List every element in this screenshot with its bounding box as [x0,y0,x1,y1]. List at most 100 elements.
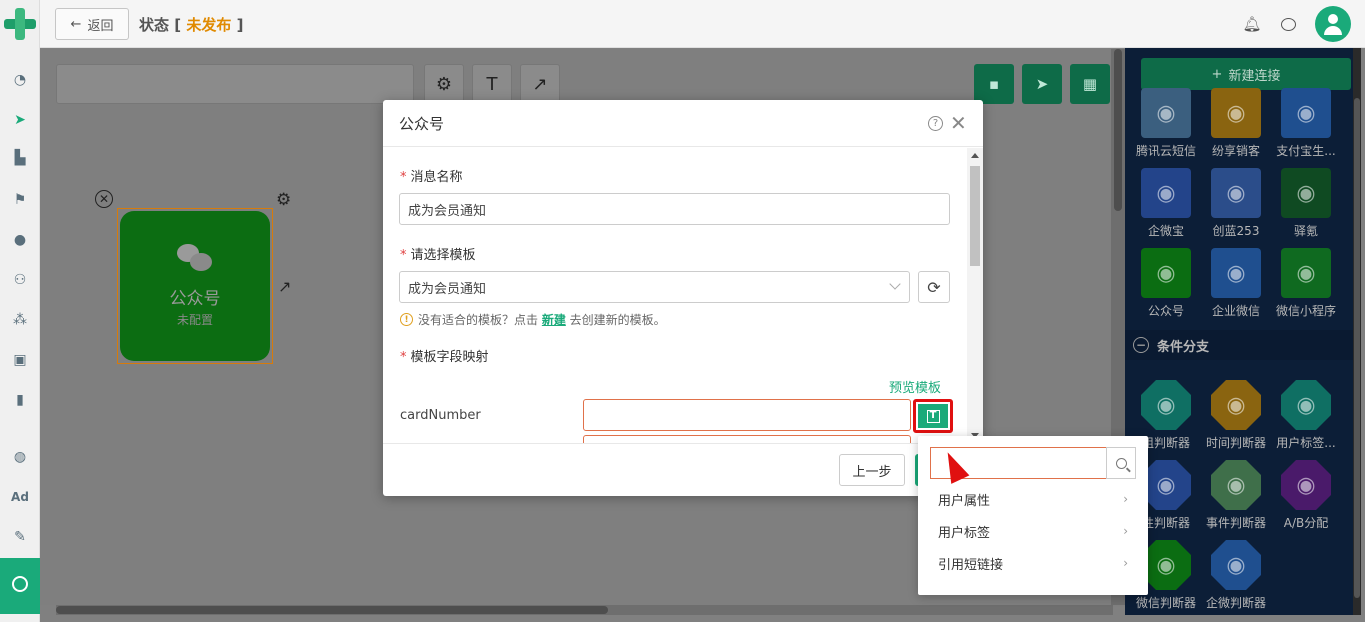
mapping-label-text: 模板字段映射 [410,350,489,365]
user-icon[interactable]: ● [10,230,30,250]
dropdown-item-user-tags[interactable]: 用户标签 › [918,515,1148,547]
help-icon[interactable]: ? [928,116,943,131]
panel-tile[interactable]: ◉ 公众号 [1131,248,1201,319]
mapping-value-input-2[interactable] [583,435,911,443]
panel-tile[interactable]: ◉ 用户标签... [1271,380,1341,451]
dropdown-item-user-attributes[interactable]: 用户属性 › [918,483,1148,515]
user-clock-icon: ◉ [1211,380,1261,430]
send-icon[interactable]: ➤ [10,110,30,130]
text-icon: T [486,73,498,95]
panel-tile[interactable]: ◉ 事件判断器 [1201,460,1271,531]
mapping-value-input[interactable] [583,399,911,431]
cubes-icon: ◉ [1211,168,1261,218]
preview-template-link[interactable]: 预览模板 [889,377,941,396]
panel-tile[interactable]: ◉ 微信小程序 [1271,248,1341,319]
message-name-input[interactable]: 成为会员通知 [399,193,950,225]
dialog-scrollbar[interactable] [967,148,983,443]
message-name-label: * 消息名称 [400,170,463,185]
bubble-icon: ◉ [1211,540,1261,590]
panel-tile[interactable]: ◉ 支付宝生... [1271,88,1341,159]
panel-tile[interactable]: ◉ 腾讯云短信 [1131,88,1201,159]
panel-tile-label: 企业微信 [1211,304,1260,318]
previous-step-button[interactable]: 上一步 [839,454,905,486]
new-connection-button[interactable]: + 新建连接 [1141,58,1351,90]
status-bracket-open: [ [169,16,187,34]
dropdown-item-label: 用户标签 [938,525,991,541]
panel-tile[interactable]: ◉ 企微宝 [1131,168,1201,239]
wechat-config-dialog: 公众号 ? ✕ * 消息名称 成为会员通知 * 请选择模板 成为会员通知 ⟳ ! 没… [383,100,983,496]
panel-tile[interactable]: ◉ 纷享销客 [1201,88,1271,159]
bubble-icon: ◉ [1211,248,1261,298]
insert-variable-button[interactable]: T [913,399,953,433]
refresh-button[interactable]: ⟳ [918,271,950,303]
panel-tile[interactable]: ◉ 驿氪 [1271,168,1341,239]
contact-card-icon[interactable]: ▣ [10,350,30,370]
cluster-icon[interactable]: ⁂ [10,310,30,330]
text-tool-button[interactable]: T [472,64,512,104]
canvas-title-input[interactable] [56,64,414,104]
bell-icon[interactable]: 🔔︎ [1242,14,1262,34]
template-select[interactable]: 成为会员通知 [399,271,910,303]
dropdown-item-short-link[interactable]: 引用短链接 › [918,547,1148,579]
panel-tile-label: 驿氪 [1293,224,1318,238]
publish-button[interactable]: ➤ [1022,64,1062,104]
component-panel: + 新建连接 ◉ 腾讯云短信 ◉ 纷享销客 ◉ 支付宝生... ◉ 企微宝 ◉ 创蓝253 ◉ 驿氪 ◉… [1125,48,1360,615]
wechat-icon [177,244,213,272]
ad-icon[interactable]: Ad [10,487,30,507]
wechat-icon[interactable]: ◍ [10,447,30,467]
layout-icon: ▦ [1082,75,1098,93]
node-delete-icon[interactable]: ✕ [95,190,113,208]
panel-tile[interactable]: ◉ 企微判断器 [1201,540,1271,611]
panel-tile[interactable]: ◉ 企业微信 [1201,248,1271,319]
users-icon[interactable]: ⚇ [10,270,30,290]
status-bracket-close: ] [231,16,244,34]
settings-tool-button[interactable]: ⚙ [424,64,464,104]
left-sidebar: ◔ ➤ ▙ ⚑ ● ⚇ ⁂ ▣ ▮ ◍ Ad ✎ [0,0,40,622]
mapping-field-key: cardNumber [400,408,481,423]
bar-chart-icon[interactable]: ▮ [10,390,30,410]
cloud-icon: ◉ [1141,88,1191,138]
chat-icon[interactable] [1278,14,1298,34]
panel-tile-label: 用户标签... [1276,436,1336,450]
panel-scrollbar[interactable] [1353,48,1361,615]
layers-icon[interactable]: ▙ [10,148,30,168]
panel-tile[interactable]: ◉ 时间判断器 [1201,380,1271,451]
paper-plane-icon: ➤ [1035,75,1049,93]
dashboard-icon[interactable]: ◔ [10,70,30,90]
sidebar-active-item[interactable] [0,558,40,614]
connector-icon[interactable]: ↗ [278,277,291,296]
panel-tile[interactable]: ◉ 创蓝253 [1201,168,1271,239]
chevron-right-icon: › [1123,524,1128,538]
status-value: 未发布 [186,16,232,34]
mini-program-icon: ◉ [1281,248,1331,298]
search-button[interactable] [1106,447,1136,479]
node-title: 公众号 [169,289,221,309]
node-settings-icon[interactable]: ⚙ [276,190,291,210]
dialog-header: 公众号 [383,100,983,147]
arrow-tool-button[interactable]: ↗ [520,64,560,104]
panel-tile[interactable]: ◉ A/B分配 [1271,460,1341,531]
flow-node-wechat[interactable]: 公众号 未配置 [117,208,273,364]
layout-button[interactable]: ▦ [1070,64,1110,104]
save-button[interactable]: ▪ [974,64,1014,104]
page-status: 状态 [ 未发布 ] [139,14,243,35]
dialog-footer: 上一步 [383,443,983,496]
panel-tile-label: 事件判断器 [1205,516,1266,530]
hint-after: 去创建新的模板。 [565,313,666,327]
app-logo[interactable] [4,8,36,40]
close-icon[interactable]: ✕ [950,111,967,135]
canvas-horizontal-scrollbar[interactable] [56,605,1113,615]
flag-icon[interactable]: ⚑ [10,190,30,210]
avatar[interactable] [1315,6,1351,42]
chevron-down-icon [889,278,901,290]
mapping-label: * 模板字段映射 [400,350,489,365]
section-condition-branch[interactable]: − 条件分支 [1125,330,1360,360]
panel-tile-label: 时间判断器 [1205,436,1266,450]
wechat-icon: ◉ [1141,248,1191,298]
network-icon [12,576,28,592]
panel-tile-label: 企微宝 [1147,224,1184,238]
create-template-link[interactable]: 新建 [542,313,566,327]
back-button[interactable]: ← 返回 [55,8,129,40]
wrench-icon[interactable]: ✎ [10,527,30,547]
robot-icon: ◉ [1211,88,1261,138]
